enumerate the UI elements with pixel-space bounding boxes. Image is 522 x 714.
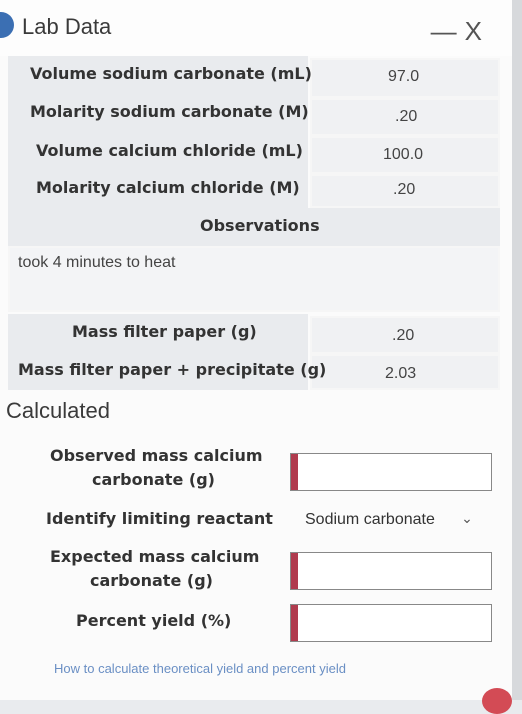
required-indicator [291, 454, 298, 490]
title-bar: Lab Data —X [0, 0, 512, 56]
limiting-reactant-label: Identify limiting reactant [46, 509, 273, 528]
molarity-cacl2-label: Molarity calcium chloride (M) [36, 178, 300, 197]
window-title: Lab Data [22, 14, 112, 39]
window-controls: —X [431, 16, 490, 47]
expected-mass-label-line2: carbonate (g) [90, 571, 213, 590]
close-button[interactable]: X [465, 16, 490, 46]
panel-indicator [0, 12, 14, 38]
limiting-reactant-value: Sodium carbonate [305, 511, 435, 528]
required-indicator [291, 605, 298, 641]
observations-header: Observations [200, 216, 320, 235]
volume-na2co3-label: Volume sodium carbonate (mL) [30, 64, 312, 83]
molarity-na2co3-value: .20 [395, 108, 418, 125]
mass-filter-paper-value: .20 [392, 327, 415, 344]
observed-mass-input[interactable] [290, 453, 492, 491]
percent-yield-input[interactable] [290, 604, 492, 642]
volume-cacl2-label: Volume calcium chloride (mL) [36, 141, 303, 160]
observed-mass-label-line1: Observed mass calcium [50, 446, 263, 465]
observations-text: took 4 minutes to heat [18, 254, 176, 271]
percent-yield-label: Percent yield (%) [76, 611, 232, 630]
volume-cacl2-value: 100.0 [383, 146, 424, 163]
mass-precipitate-label: Mass filter paper + precipitate (g) [18, 360, 327, 379]
notification-badge[interactable] [482, 688, 512, 714]
molarity-na2co3-label: Molarity sodium carbonate (M) [30, 102, 309, 121]
limiting-reactant-select[interactable]: Sodium carbonate ⌄ [305, 510, 473, 529]
volume-na2co3-value: 97.0 [388, 68, 420, 85]
mass-filter-paper-label: Mass filter paper (g) [72, 322, 257, 341]
required-indicator [291, 553, 298, 589]
expected-mass-label-line1: Expected mass calcium [50, 547, 260, 566]
molarity-cacl2-value: .20 [393, 181, 416, 198]
lab-data-panel: Lab Data —X Volume sodium carbonate (mL)… [0, 0, 512, 700]
calculated-header: Calculated [6, 398, 110, 423]
window-edge [512, 0, 522, 700]
expected-mass-input[interactable] [290, 552, 492, 590]
mass-precipitate-value: 2.03 [385, 365, 417, 382]
chevron-down-icon: ⌄ [461, 510, 473, 526]
minimize-button[interactable]: — [431, 16, 465, 46]
observed-mass-label-line2: carbonate (g) [92, 470, 215, 489]
help-link[interactable]: How to calculate theoretical yield and p… [54, 661, 346, 676]
